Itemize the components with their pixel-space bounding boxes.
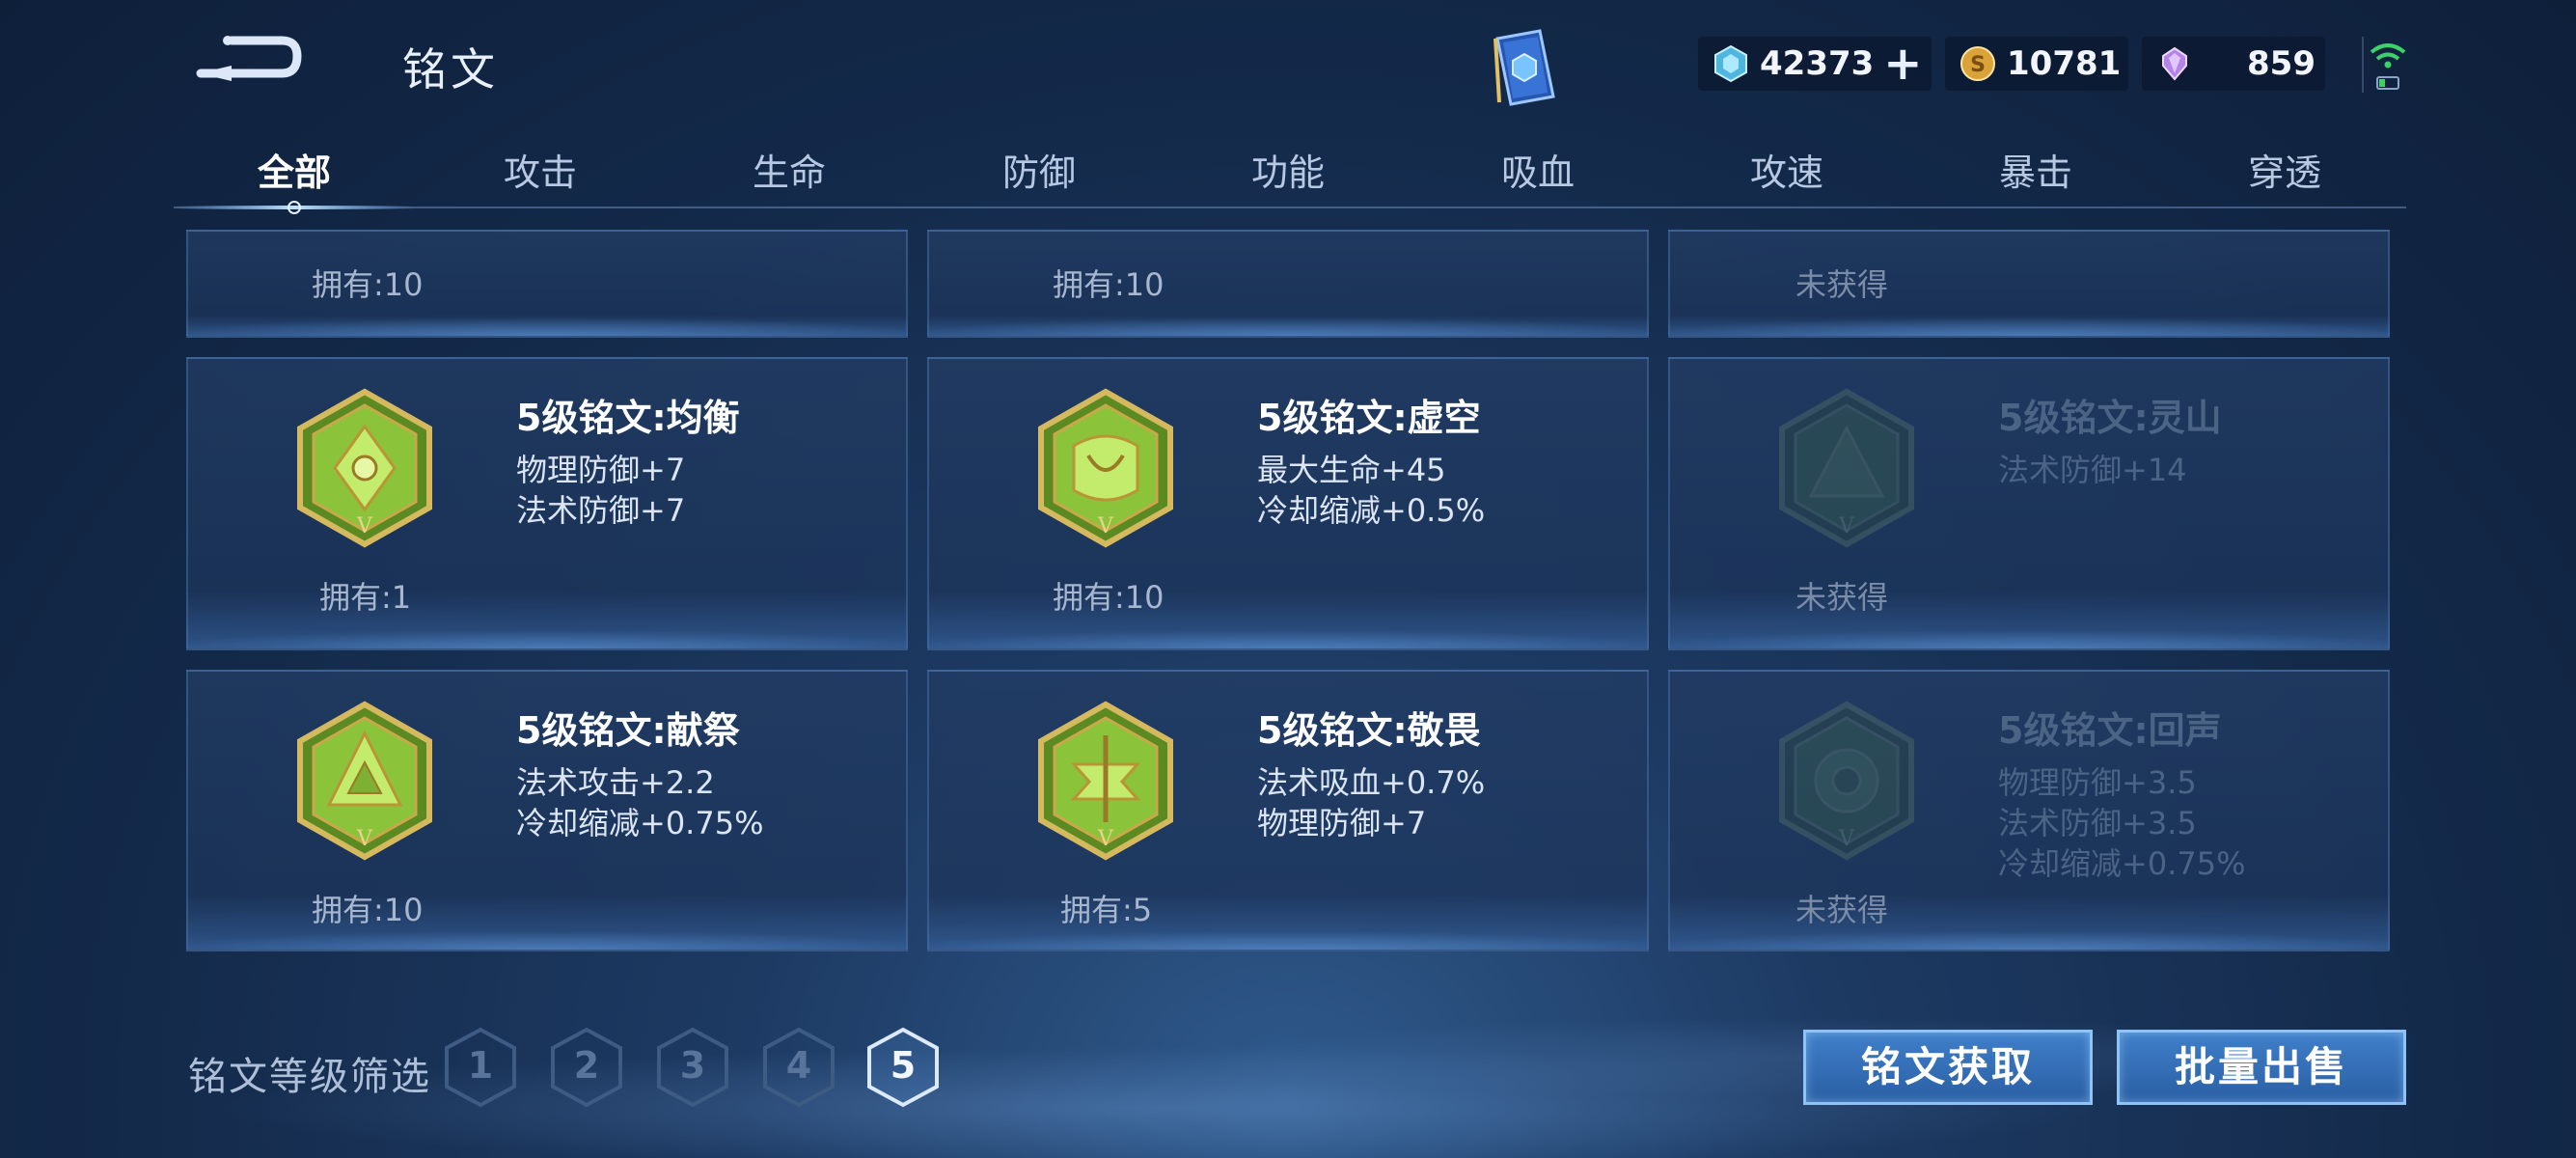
rune-name: 5级铭文:均衡 [516, 397, 740, 439]
tab-penetration[interactable]: 穿透 [2188, 143, 2381, 196]
balance-rune-icon: V [297, 388, 432, 548]
svg-text:V: V [1838, 827, 1855, 851]
rune-stat: 法术吸血+0.7% [1257, 764, 1486, 801]
page-title: 铭文 [402, 43, 499, 96]
svg-text:V: V [1097, 827, 1114, 851]
rune-card-top-3[interactable]: 未获得 [1668, 230, 2390, 338]
rune-card-balance[interactable]: V 5级铭文:均衡 物理防御+7 法术防御+7 拥有:1 [186, 357, 908, 650]
rune-stat: 物理防御+7 [1257, 805, 1427, 841]
rune-card-void[interactable]: V 5级铭文:虚空 最大生命+45 冷却缩减+0.5% 拥有:10 [927, 357, 1649, 650]
tab-critical[interactable]: 暴击 [1939, 143, 2132, 196]
rune-stat: 物理防御+7 [516, 452, 686, 488]
gold-currency: S 10781 [1945, 37, 2128, 91]
rune-card-sacrifice[interactable]: V 5级铭文:献祭 法术攻击+2.2 冷却缩减+0.75% 拥有:10 [186, 670, 908, 951]
awe-rune-icon: V [1038, 701, 1173, 861]
svg-text:V: V [1097, 514, 1114, 538]
tab-all[interactable]: 全部 [198, 143, 391, 196]
rune-stat: 法术防御+7 [516, 492, 686, 529]
rune-stat: 冷却缩减+0.75% [1998, 845, 2246, 882]
diamond-coupon-icon [1714, 44, 1747, 83]
tab-attack[interactable]: 攻击 [444, 143, 637, 196]
gem-currency: 859 [2142, 37, 2325, 91]
svg-text:V: V [1838, 514, 1855, 538]
gold-value: 10781 [2007, 44, 2122, 83]
diamond-currency: 42373 + [1698, 37, 1932, 91]
rune-name: 5级铭文:虚空 [1257, 397, 1481, 439]
wifi-battery-icon [2364, 39, 2412, 96]
purple-gem-icon [2162, 46, 2187, 81]
sacrifice-rune-icon: V [297, 701, 432, 861]
rune-card-top-1[interactable]: 拥有:10 [186, 230, 908, 338]
rune-card-echo[interactable]: V 5级铭文:回声 物理防御+3.5 法术防御+3.5 冷却缩减+0.75% 未… [1668, 670, 2390, 951]
level-filter-4[interactable]: 4 [762, 1027, 836, 1108]
rune-card-awe[interactable]: V 5级铭文:敬畏 法术吸血+0.7% 物理防御+7 拥有:5 [927, 670, 1649, 951]
gold-coin-icon: S [1960, 46, 1995, 81]
add-currency-button[interactable]: + [1883, 41, 1922, 87]
rune-name: 5级铭文:敬畏 [1257, 709, 1481, 752]
owned-count: 拥有:5 [1060, 892, 1153, 928]
owned-count: 拥有:10 [312, 266, 424, 303]
tabs-divider [174, 207, 2406, 208]
back-button[interactable] [193, 31, 304, 89]
diamond-value: 42373 [1760, 44, 1875, 83]
rune-stat: 法术攻击+2.2 [516, 764, 715, 801]
rune-book-icon[interactable] [1486, 25, 1563, 110]
owned-count: 拥有:10 [312, 892, 424, 928]
rune-stat: 冷却缩减+0.5% [1257, 492, 1486, 529]
tab-defense[interactable]: 防御 [943, 143, 1136, 196]
rune-stat: 法术防御+3.5 [1998, 805, 2197, 841]
svg-text:V: V [356, 514, 373, 538]
level-filter-2[interactable]: 2 [550, 1027, 623, 1108]
back-arrow-icon [196, 36, 302, 81]
rune-stat: 冷却缩减+0.75% [516, 805, 764, 841]
rune-card-spirit-mountain[interactable]: V 5级铭文:灵山 法术防御+14 未获得 [1668, 357, 2390, 650]
active-tab-indicator [174, 201, 415, 214]
owned-count: 未获得 [1795, 266, 1889, 303]
owned-count: 拥有:1 [319, 579, 412, 616]
rune-stat: 物理防御+3.5 [1998, 764, 2197, 801]
echo-rune-icon: V [1779, 701, 1914, 861]
level-filter-5[interactable]: 5 [866, 1027, 940, 1108]
rune-stat: 法术防御+14 [1998, 452, 2187, 488]
gem-value: 859 [2247, 44, 2316, 83]
rune-name: 5级铭文:献祭 [516, 709, 740, 752]
tab-function[interactable]: 功能 [1192, 143, 1384, 196]
batch-sell-button[interactable]: 批量出售 [2117, 1030, 2406, 1105]
tab-attack-speed[interactable]: 攻速 [1690, 143, 1883, 196]
rune-name: 5级铭文:灵山 [1998, 397, 2222, 439]
category-tabs: 全部 攻击 生命 防御 功能 吸血 攻速 暴击 穿透 [174, 143, 2402, 203]
rune-card-top-2[interactable]: 拥有:10 [927, 230, 1649, 338]
tab-lifesteal[interactable]: 吸血 [1441, 143, 1634, 196]
owned-count: 拥有:10 [1053, 579, 1165, 616]
level-filter-3[interactable]: 3 [656, 1027, 729, 1108]
owned-count: 未获得 [1795, 892, 1889, 928]
owned-count: 未获得 [1795, 579, 1889, 616]
owned-count: 拥有:10 [1053, 266, 1165, 303]
svg-text:S: S [1970, 53, 1986, 77]
svg-text:V: V [356, 827, 373, 851]
tab-health[interactable]: 生命 [693, 143, 886, 196]
void-rune-icon: V [1038, 388, 1173, 548]
level-filter-1[interactable]: 1 [444, 1027, 517, 1108]
obtain-rune-button[interactable]: 铭文获取 [1803, 1030, 2093, 1105]
rune-stat: 最大生命+45 [1257, 452, 1446, 488]
level-filter-label: 铭文等级筛选 [188, 1055, 431, 1099]
rune-name: 5级铭文:回声 [1998, 709, 2222, 752]
spirit-mountain-rune-icon: V [1779, 388, 1914, 548]
